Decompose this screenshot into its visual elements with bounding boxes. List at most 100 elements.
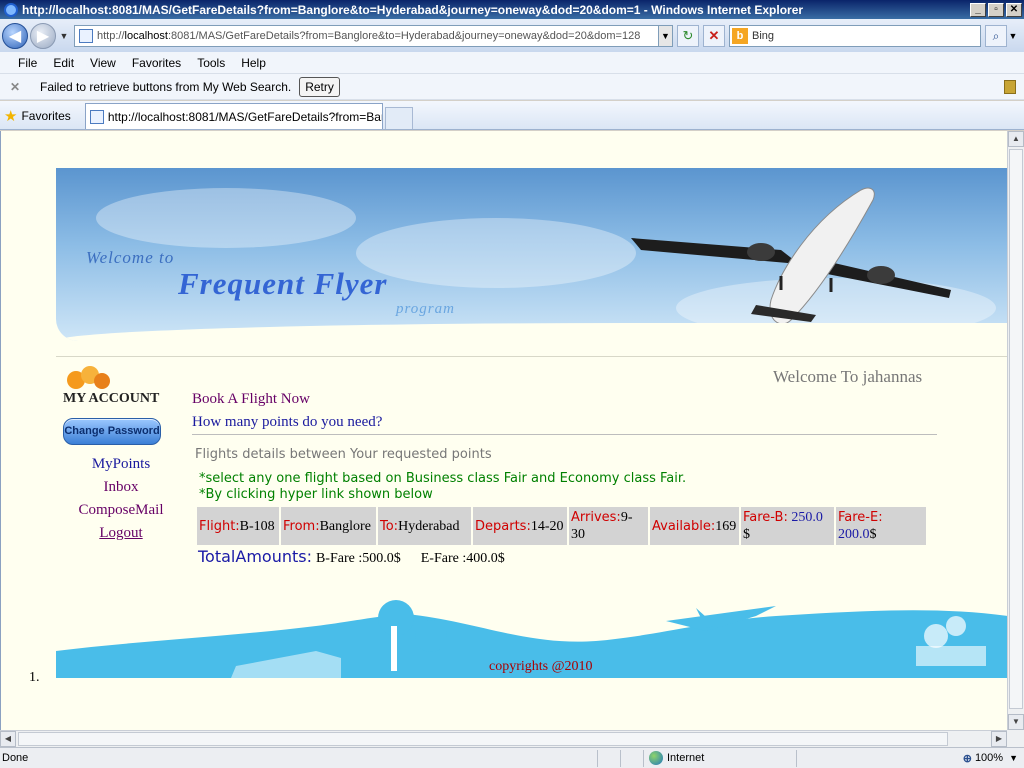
flight-table: Flight:B-108 From:Banglore To:Hyderabad … [195, 505, 928, 547]
retry-button[interactable]: Retry [299, 76, 340, 97]
vertical-scroll-thumb[interactable] [1009, 149, 1023, 709]
my-account-label: MY ACCOUNT [63, 391, 160, 406]
horizontal-scroll-thumb[interactable] [18, 732, 948, 746]
departs-key: Departs: [475, 518, 531, 534]
available-cell: Available:169 [650, 507, 739, 545]
zone-label: Internet [667, 752, 705, 764]
menu-view[interactable]: View [82, 56, 124, 70]
search-input[interactable]: b Bing [729, 24, 981, 47]
scroll-right-icon[interactable]: ▶ [991, 731, 1007, 747]
stop-button[interactable]: ✕ [703, 24, 725, 47]
tab-title: http://localhost:8081/MAS/GetFareDetails… [107, 109, 383, 124]
status-separator [643, 749, 644, 767]
tab-current[interactable]: http://localhost:8081/MAS/GetFareDetails… [84, 103, 383, 129]
banner-cloud [356, 218, 636, 288]
menu-edit[interactable]: Edit [45, 56, 82, 70]
fare-e-key: Fare-E: [838, 510, 883, 525]
sidebar-item-composemail[interactable]: ComposeMail [61, 502, 181, 525]
page-icon [89, 109, 104, 124]
globe-icon [649, 751, 663, 765]
fare-b-link[interactable]: 250.0 [791, 510, 823, 525]
horizontal-scrollbar[interactable]: ◀ ▶ [0, 730, 1007, 747]
close-button[interactable]: ✕ [1006, 2, 1022, 17]
history-dropdown-icon[interactable]: ▼ [58, 31, 70, 41]
to-value: Hyderabad [398, 518, 460, 534]
menu-favorites[interactable]: Favorites [124, 56, 189, 70]
welcome-user: Welcome To jahannas [773, 367, 923, 386]
status-separator [597, 749, 598, 767]
header-divider [56, 356, 1007, 357]
url-prefix: http:// [97, 29, 125, 42]
sidebar-item-mypoints[interactable]: MyPoints [61, 456, 181, 479]
flight-value: B-108 [239, 518, 275, 534]
address-bar[interactable]: http://localhost:8081/MAS/GetFareDetails… [74, 24, 659, 47]
banner-brand: Frequent Flyer [178, 266, 388, 301]
airplane-icon [631, 187, 951, 325]
menu-bar: File Edit View Favorites Tools Help [0, 52, 1024, 74]
toolbar-options-icon[interactable] [1004, 80, 1016, 94]
protected-mode-icon[interactable] [798, 750, 828, 767]
url-rest: :8081/MAS/GetFareDetails?from=Banglore&t… [167, 29, 641, 42]
selection-note: *select any one flight based on Business… [199, 471, 687, 486]
refresh-button[interactable]: ↻ [677, 24, 699, 47]
back-button[interactable]: ◀ [2, 22, 28, 49]
forward-button[interactable]: ▶ [30, 22, 56, 49]
zoom-icon: ⊕ [962, 752, 972, 765]
window-title: http://localhost:8081/MAS/GetFareDetails… [22, 2, 804, 17]
scroll-up-icon[interactable]: ▲ [1008, 131, 1024, 147]
security-zone[interactable]: Internet [645, 751, 795, 765]
favorites-bar: ★ Favorites http://localhost:8081/MAS/Ge… [0, 101, 1024, 130]
search-placeholder: Bing [752, 29, 775, 42]
search-button[interactable]: ⌕ [985, 24, 1007, 47]
infobar-close-icon[interactable]: ✕ [10, 80, 30, 94]
change-password-button[interactable]: Change Password [63, 418, 161, 445]
banner-welcome: Welcome to [86, 248, 175, 267]
sidebar-item-inbox[interactable]: Inbox [61, 479, 181, 502]
address-row: ◀ ▶ ▼ http://localhost:8081/MAS/GetFareD… [0, 19, 1024, 52]
window-title-bar: http://localhost:8081/MAS/GetFareDetails… [0, 0, 1024, 19]
zoom-dropdown-icon[interactable]: ▼ [1009, 753, 1018, 763]
from-cell: From:Banglore [281, 507, 376, 545]
menu-help[interactable]: Help [233, 56, 274, 70]
bing-icon: b [732, 27, 748, 44]
fare-e-cell[interactable]: Fare-E: 200.0$ [836, 507, 926, 545]
departs-value: 14-20 [530, 518, 564, 534]
page-content: Welcome to Frequent Flyer program MY ACC… [0, 131, 1007, 730]
favorites-button[interactable]: ★ Favorites [4, 103, 85, 129]
status-separator [796, 749, 797, 767]
fare-e-link[interactable]: 200.0 [838, 527, 870, 542]
list-number: 1. [29, 670, 40, 685]
hyperlink-note: *By clicking hyper link shown below [199, 487, 433, 502]
maximize-button[interactable]: ▫ [988, 2, 1004, 17]
menu-file[interactable]: File [10, 56, 45, 70]
address-dropdown-icon[interactable]: ▼ [659, 24, 673, 47]
points-needed-link[interactable]: How many points do you need? [192, 414, 382, 431]
arrives-cell: Arrives:9-30 [569, 507, 648, 545]
vertical-scrollbar[interactable]: ▲ ▼ [1007, 131, 1024, 730]
scroll-left-icon[interactable]: ◀ [0, 731, 16, 747]
to-key: To: [380, 518, 399, 534]
url-host: localhost [124, 29, 168, 42]
available-value: 169 [715, 518, 737, 534]
scroll-down-icon[interactable]: ▼ [1008, 714, 1024, 730]
minimize-button[interactable]: _ [970, 2, 986, 17]
new-tab-button[interactable] [384, 107, 413, 129]
search-dropdown-icon[interactable]: ▼ [1007, 31, 1019, 41]
menu-tools[interactable]: Tools [189, 56, 233, 70]
scroll-corner [1007, 730, 1024, 747]
totals-label: TotalAmounts: [198, 547, 312, 566]
from-key: From: [283, 518, 320, 534]
zoom-control[interactable]: ⊕ 100% ▼ [963, 752, 1024, 765]
banner-cloud [96, 188, 356, 248]
banner-program: program [396, 301, 455, 317]
sidebar-item-logout[interactable]: Logout [61, 525, 181, 548]
arrives-key: Arrives: [571, 510, 621, 525]
fare-b-cell[interactable]: Fare-B: 250.0 $ [741, 507, 834, 545]
book-flight-link[interactable]: Book A Flight Now [192, 391, 310, 408]
content-divider [192, 434, 937, 435]
zoom-level: 100% [974, 752, 1004, 764]
favorites-label: Favorites [21, 109, 71, 123]
departs-cell: Departs:14-20 [473, 507, 567, 545]
status-cell [599, 750, 619, 767]
header-banner: Welcome to Frequent Flyer program [56, 168, 1007, 341]
